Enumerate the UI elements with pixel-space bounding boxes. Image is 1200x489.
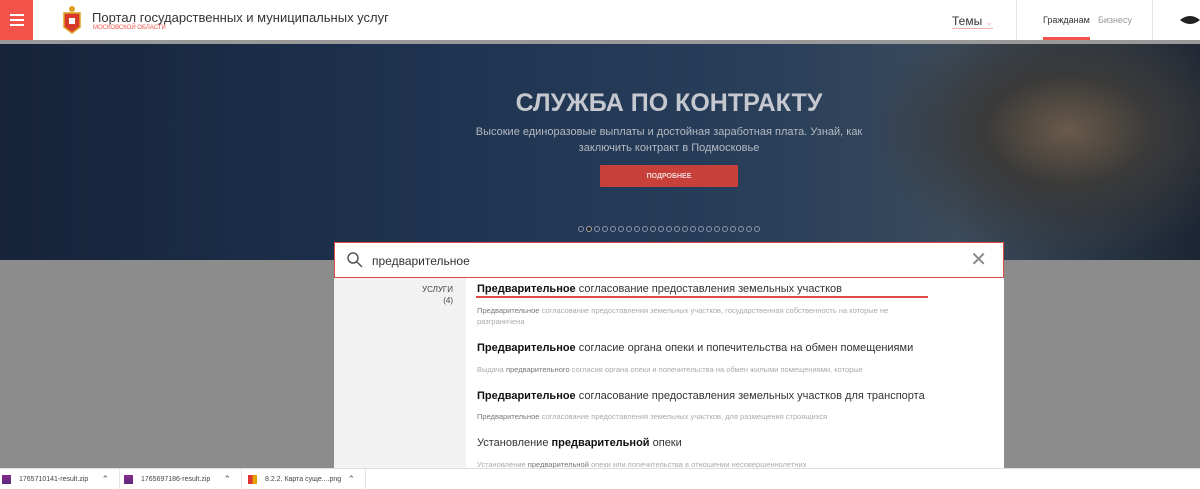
divider bbox=[1016, 0, 1017, 40]
themes-dropdown[interactable]: Темы ⌄ bbox=[952, 14, 993, 29]
archive-icon bbox=[2, 474, 11, 484]
carousel-dot[interactable] bbox=[682, 226, 688, 232]
result-description: Выдача предварительного согласия органа … bbox=[477, 365, 863, 374]
result-title[interactable]: Предварительное согласование предоставле… bbox=[477, 390, 925, 402]
search-results-dropdown: УСЛУГИ (4) Предварительное согласование п… bbox=[334, 278, 1004, 469]
carousel-dot[interactable] bbox=[626, 226, 632, 232]
tab-citizens[interactable]: Гражданам bbox=[1043, 15, 1090, 40]
downloads-bar: 1765710141-result.zip ⌃ 1765697186-result… bbox=[0, 468, 1200, 489]
more-button[interactable]: ПОДРОБНЕЕ bbox=[600, 165, 738, 187]
hero-banner: СЛУЖБА ПО КОНТРАКТУ Высокие единоразовые… bbox=[0, 44, 1200, 260]
chevron-up-icon[interactable]: ⌃ bbox=[347, 474, 355, 485]
hamburger-icon bbox=[9, 14, 24, 16]
chevron-up-icon[interactable]: ⌃ bbox=[223, 474, 231, 485]
carousel-dot[interactable] bbox=[602, 226, 608, 232]
hover-underline bbox=[476, 296, 928, 298]
download-item[interactable]: 1765697186-result.zip ⌃ bbox=[122, 469, 242, 489]
coat-of-arms-logo[interactable] bbox=[60, 5, 84, 35]
carousel-dot[interactable] bbox=[586, 226, 592, 232]
carousel-dot[interactable] bbox=[754, 226, 760, 232]
tab-business[interactable]: Бизнесу bbox=[1098, 15, 1132, 25]
result-title[interactable]: Предварительное согласование предоставле… bbox=[477, 283, 842, 295]
result-title[interactable]: Предварительное согласие органа опеки и … bbox=[477, 342, 913, 354]
category-services[interactable]: УСЛУГИ (4) bbox=[422, 284, 453, 306]
chevron-up-icon[interactable]: ⌃ bbox=[101, 474, 109, 485]
banner-title: СЛУЖБА ПО КОНТРАКТУ bbox=[515, 89, 823, 117]
carousel-dot[interactable] bbox=[666, 226, 672, 232]
themes-label: Темы bbox=[952, 14, 983, 28]
carousel-dot[interactable] bbox=[618, 226, 624, 232]
search-box[interactable]: предварительное ✕ bbox=[334, 242, 1004, 278]
carousel-dot[interactable] bbox=[690, 226, 696, 232]
portal-title[interactable]: Портал государственных и муниципальных у… bbox=[92, 10, 389, 25]
category-column: УСЛУГИ (4) bbox=[334, 278, 466, 468]
carousel-dot[interactable] bbox=[642, 226, 648, 232]
carousel-dot[interactable] bbox=[610, 226, 616, 232]
carousel-dot[interactable] bbox=[650, 226, 656, 232]
menu-button[interactable] bbox=[0, 0, 33, 40]
carousel-dot[interactable] bbox=[722, 226, 728, 232]
carousel-dot[interactable] bbox=[674, 226, 680, 232]
carousel-dot[interactable] bbox=[714, 226, 720, 232]
archive-icon bbox=[124, 474, 133, 484]
carousel-dot[interactable] bbox=[578, 226, 584, 232]
carousel-dot[interactable] bbox=[594, 226, 600, 232]
chevron-down-icon: ⌄ bbox=[985, 17, 993, 27]
header: Портал государственных и муниципальных у… bbox=[0, 0, 1200, 44]
accessibility-icon[interactable] bbox=[1180, 12, 1200, 28]
carousel-dot[interactable] bbox=[698, 226, 704, 232]
carousel-dot[interactable] bbox=[706, 226, 712, 232]
result-description: Предварительное согласование предоставле… bbox=[477, 306, 889, 326]
carousel-dot[interactable] bbox=[634, 226, 640, 232]
search-input[interactable]: предварительное bbox=[372, 254, 470, 268]
banner-subtitle: Высокие единоразовые выплаты и достойная… bbox=[475, 126, 863, 154]
carousel-dot[interactable] bbox=[730, 226, 736, 232]
carousel-dot[interactable] bbox=[738, 226, 744, 232]
image-file-icon bbox=[248, 474, 257, 484]
carousel-dot[interactable] bbox=[746, 226, 752, 232]
banner-image bbox=[870, 44, 1200, 260]
carousel-dot[interactable] bbox=[658, 226, 664, 232]
close-icon[interactable]: ✕ bbox=[970, 250, 987, 270]
divider bbox=[1152, 0, 1153, 40]
result-title[interactable]: Установление предварительной опеки bbox=[477, 437, 682, 449]
carousel-dots bbox=[578, 226, 760, 232]
portal-subtitle: МОСКОВСКОЙ ОБЛАСТИ bbox=[93, 25, 166, 31]
download-item[interactable]: 8.2.2. Карта суще....png ⌃ bbox=[246, 469, 366, 489]
download-item[interactable]: 1765710141-result.zip ⌃ bbox=[0, 469, 120, 489]
search-icon bbox=[347, 252, 363, 268]
result-description: Предварительное согласование предоставле… bbox=[477, 412, 828, 421]
